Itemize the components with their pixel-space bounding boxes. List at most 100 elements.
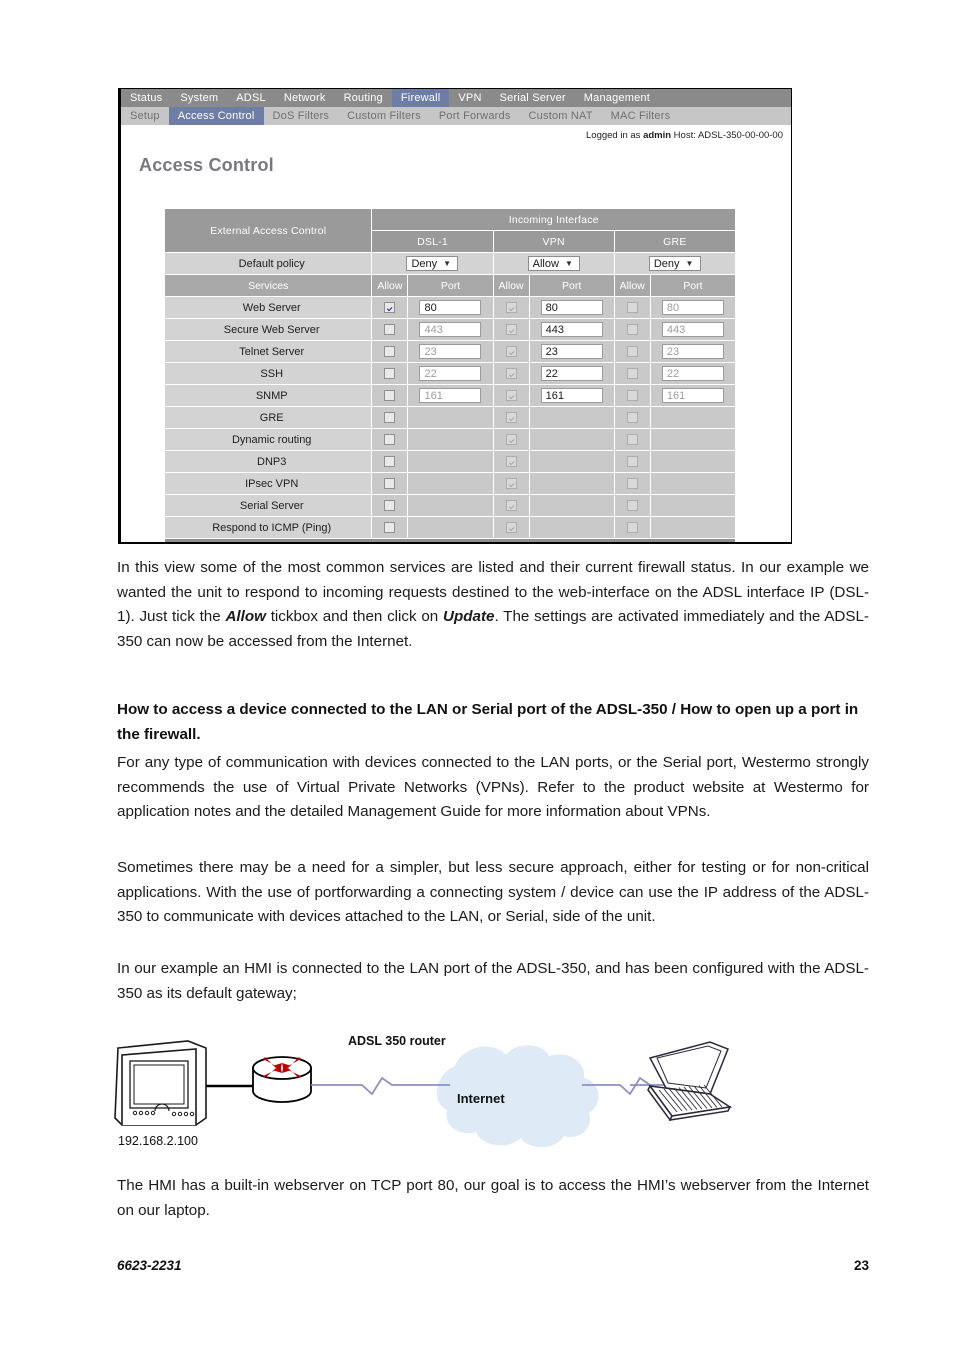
nav-item-management[interactable]: Management [575,89,659,107]
allow-cell-vpn [492,296,530,319]
port-input-gre[interactable]: 161 [661,388,724,403]
allow-checkbox-vpn[interactable] [505,390,517,402]
port-input-dsl[interactable]: 23 [419,344,482,359]
subnav-item-setup[interactable]: Setup [121,107,169,125]
update-button[interactable]: Update [673,542,728,544]
allow-checkbox-vpn[interactable] [505,368,517,380]
port-input-vpn[interactable]: 161 [540,388,603,403]
allow-checkbox-vpn[interactable] [505,434,517,446]
diagram-internet-label: Internet [457,1091,505,1106]
default-policy-select-vpn[interactable]: Allow ▼ [527,256,580,271]
subnav-item-access-control[interactable]: Access Control [168,107,264,125]
allow-checkbox-dsl[interactable] [384,302,396,314]
allow-checkbox-gre[interactable] [626,302,638,314]
allow-checkbox-vpn[interactable] [505,346,517,358]
wan-link-left [311,1076,450,1096]
allow-checkbox-gre[interactable] [626,500,638,512]
allow-checkbox-dsl[interactable] [384,390,396,402]
port-cell-vpn [528,428,615,451]
nav-item-network[interactable]: Network [275,89,335,107]
service-name-cell: DNP3 [163,450,373,473]
allow-checkbox-dsl[interactable] [384,324,396,336]
port-cell-vpn [528,516,615,539]
allow-cell-gre [613,494,651,517]
allow-column-header-gre: Allow [613,274,651,297]
allow-checkbox-vpn[interactable] [505,522,517,534]
port-input-gre[interactable]: 22 [661,366,724,381]
nav-item-status[interactable]: Status [121,89,171,107]
allow-checkbox-gre[interactable] [626,346,638,358]
allow-checkbox-dsl[interactable] [384,346,396,358]
interface-header-gre: GRE [613,230,737,253]
port-cell-gre [649,516,737,539]
nav-item-firewall[interactable]: Firewall [391,89,450,107]
footer-page-number: 23 [853,1258,869,1273]
port-input-dsl[interactable]: 80 [419,300,482,315]
nav-item-adsl[interactable]: ADSL [227,89,275,107]
allow-checkbox-dsl[interactable] [384,434,396,446]
interface-header-dsl-1: DSL-1 [371,230,494,253]
nav-item-vpn[interactable]: VPN [449,89,490,107]
port-cell-gre [649,428,737,451]
allow-checkbox-gre[interactable] [626,324,638,336]
table-row: Dynamic routing [163,428,737,451]
allow-checkbox-vpn[interactable] [505,456,517,468]
reset-button[interactable]: Reset [172,542,221,544]
allow-checkbox-gre[interactable] [626,456,638,468]
access-control-table-wrapper: External Access Control Incoming Interfac… [163,208,737,544]
allow-checkbox-vpn[interactable] [505,302,517,314]
subnav-item-port-forwards[interactable]: Port Forwards [430,107,520,125]
paragraph-vpn-recommendation: For any type of communication with devic… [117,754,869,821]
allow-cell-dsl [371,406,409,429]
services-column-header: Services [163,274,373,297]
allow-checkbox-gre[interactable] [626,390,638,402]
port-cell-gre: 443 [649,318,737,341]
default-policy-cell-gre: Deny ▼ [613,252,737,275]
allow-checkbox-gre[interactable] [626,368,638,380]
port-cell-gre [649,494,737,517]
nav-item-routing[interactable]: Routing [335,89,392,107]
allow-checkbox-dsl[interactable] [384,500,396,512]
port-input-vpn[interactable]: 23 [540,344,603,359]
allow-cell-dsl [371,450,409,473]
port-input-dsl[interactable]: 22 [419,366,482,381]
allow-checkbox-dsl[interactable] [384,456,396,468]
allow-checkbox-dsl[interactable] [384,412,396,424]
allow-cell-dsl [371,472,409,495]
allow-checkbox-gre[interactable] [626,522,638,534]
port-input-vpn[interactable]: 22 [540,366,603,381]
subnav-item-custom-filters[interactable]: Custom Filters [338,107,430,125]
allow-checkbox-dsl[interactable] [384,522,396,534]
allow-checkbox-gre[interactable] [626,412,638,424]
allow-checkbox-vpn[interactable] [505,500,517,512]
access-control-table: External Access Control Incoming Interfac… [163,208,737,539]
port-input-vpn[interactable]: 443 [540,322,603,337]
main-navigation-bar: Status System ADSL Network Routing Firewall VP… [121,89,791,107]
port-input-dsl[interactable]: 443 [419,322,482,337]
allow-checkbox-dsl[interactable] [384,478,396,490]
port-cell-gre [649,450,737,473]
allow-checkbox-dsl[interactable] [384,368,396,380]
port-input-gre[interactable]: 23 [661,344,724,359]
allow-checkbox-vpn[interactable] [505,478,517,490]
chevron-down-icon: ▼ [564,259,573,268]
default-policy-select-dsl-1[interactable]: Deny ▼ [406,256,459,271]
port-input-gre[interactable]: 443 [661,322,724,337]
subnav-item-dos-filters[interactable]: DoS Filters [264,107,339,125]
allow-checkbox-vpn[interactable] [505,412,517,424]
port-cell-gre: 161 [649,384,737,407]
port-input-vpn[interactable]: 80 [540,300,603,315]
allow-checkbox-gre[interactable] [626,434,638,446]
allow-checkbox-gre[interactable] [626,478,638,490]
paragraph-hmi-example: In our example an HMI is connected to th… [117,960,869,1002]
nav-item-serial-server[interactable]: Serial Server [491,89,575,107]
port-input-gre[interactable]: 80 [661,300,724,315]
allow-cell-gre [613,406,651,429]
default-policy-select-gre[interactable]: Deny ▼ [648,256,701,271]
port-input-dsl[interactable]: 161 [419,388,482,403]
emphasis-update: Update [443,608,495,626]
subnav-item-mac-filters[interactable]: MAC Filters [602,107,680,125]
subnav-item-custom-nat[interactable]: Custom NAT [520,107,602,125]
allow-checkbox-vpn[interactable] [505,324,517,336]
nav-item-system[interactable]: System [171,89,227,107]
